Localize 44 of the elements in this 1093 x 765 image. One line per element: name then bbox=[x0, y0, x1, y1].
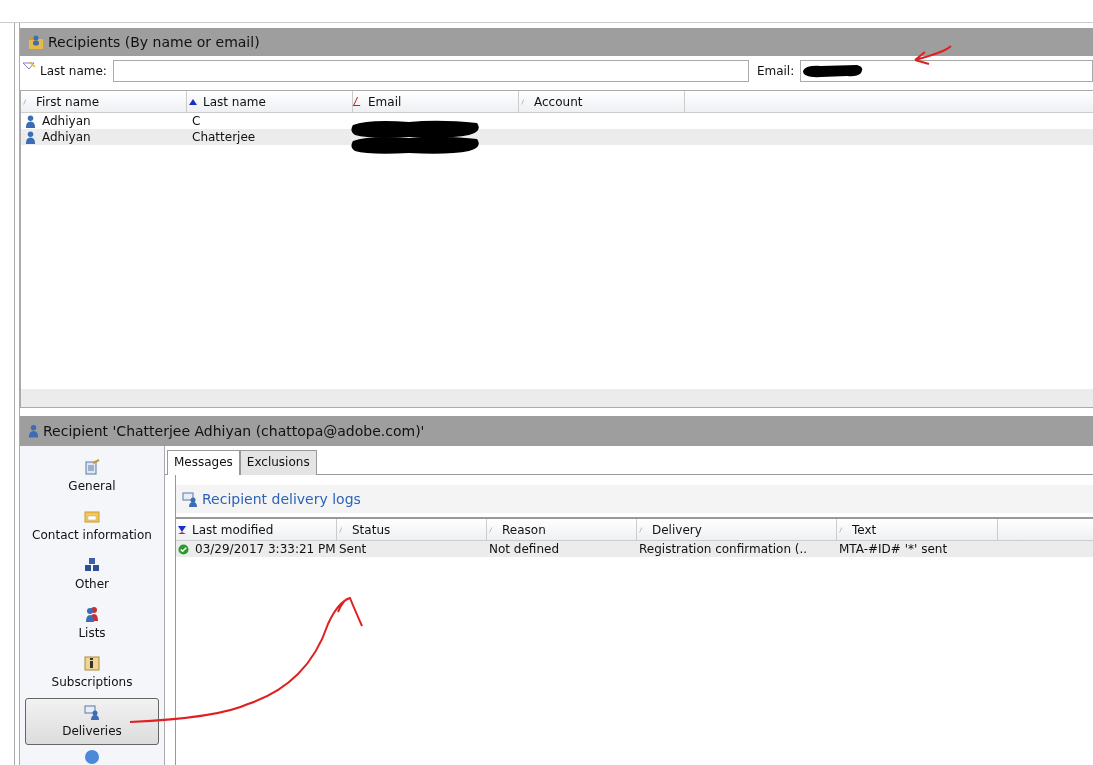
tab[interactable]: Messages bbox=[167, 450, 240, 475]
input-field[interactable] bbox=[112, 60, 749, 82]
column-header[interactable]: Reason bbox=[487, 519, 637, 540]
cubes-icon bbox=[84, 556, 100, 573]
column-header[interactable]: Email bbox=[353, 91, 519, 112]
nav-item[interactable]: Other bbox=[25, 550, 159, 598]
column-header[interactable]: Text bbox=[837, 519, 998, 540]
person-icon bbox=[28, 424, 39, 438]
column-header[interactable]: Delivery bbox=[637, 519, 837, 540]
table-cell: Adhiyan bbox=[21, 130, 188, 144]
form-icon bbox=[84, 458, 100, 475]
person-icon bbox=[25, 114, 36, 128]
table-cell: 03/29/2017 3:33:21 PM bbox=[176, 542, 337, 556]
table-cell-text: Chatterjee bbox=[191, 130, 257, 144]
table-cell-text: Not defined bbox=[488, 542, 560, 556]
people-icon bbox=[84, 606, 100, 623]
tab[interactable]: Exclusions bbox=[239, 450, 317, 475]
field-label: Email: bbox=[756, 64, 795, 78]
panel-title: Recipients (By name or email) bbox=[48, 34, 260, 50]
delivery-icon bbox=[84, 704, 100, 721]
panel-title: Recipient 'Chatterjee Adhiyan (chattopa@adobe.com)' bbox=[43, 423, 425, 439]
folder-person-icon bbox=[28, 34, 44, 50]
input-field[interactable] bbox=[800, 60, 1093, 82]
column-header[interactable]: Last modified bbox=[176, 519, 337, 540]
nav-item[interactable]: Lists bbox=[25, 599, 159, 647]
nav-item[interactable]: Subscriptions bbox=[25, 648, 159, 696]
table-cell-text: Registration confirmation (.. bbox=[638, 542, 809, 556]
column-header[interactable]: Status bbox=[337, 519, 487, 540]
info-icon bbox=[84, 655, 100, 672]
section-title: Recipient delivery logs bbox=[202, 491, 361, 507]
field-label: Last name: bbox=[40, 64, 107, 78]
table-cell-text: C bbox=[191, 114, 202, 128]
column-header[interactable]: Last name bbox=[187, 91, 353, 112]
table-cell-text: MTA-#ID# '*' sent bbox=[838, 542, 949, 556]
person-icon bbox=[25, 130, 36, 144]
nav-item[interactable]: General bbox=[25, 452, 159, 500]
table-cell-text: Sent bbox=[338, 542, 368, 556]
delivery-icon bbox=[182, 491, 198, 507]
globe-icon bbox=[84, 749, 100, 765]
nav-item[interactable]: Deliveries bbox=[25, 697, 159, 746]
column-header[interactable]: Account bbox=[519, 91, 685, 112]
column-header[interactable]: First name bbox=[21, 91, 187, 112]
nav-item[interactable]: Contact information bbox=[25, 501, 159, 549]
table-cell: Adhiyan bbox=[21, 114, 188, 128]
